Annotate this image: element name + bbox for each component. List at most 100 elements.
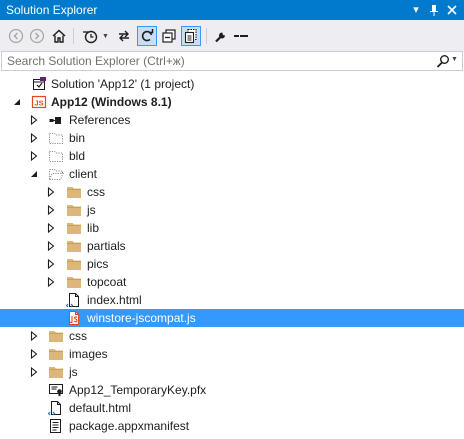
expanded-arrow-icon[interactable] [29,165,39,183]
folder-icon [48,364,64,380]
expanded-arrow-icon[interactable] [12,93,22,111]
references-icon [48,112,64,128]
tree-item-label: index.html [87,293,142,307]
folder-icon [48,328,64,344]
sync-arrows-icon [119,30,129,42]
tree-item-label: default.html [69,401,132,415]
toolbar-separator [73,28,74,44]
tree-item[interactable]: js [0,201,464,219]
toolbar-separator [206,28,207,44]
clock-filter-icon [83,30,98,44]
tree-item[interactable]: App12_TemporaryKey.pfx [0,381,464,399]
forward-button[interactable] [27,26,47,46]
tree-item[interactable]: winstore-jscompat.js [0,309,464,327]
tree-item[interactable]: JS App12 (Windows 8.1) [0,93,464,111]
folder-icon [66,184,82,200]
folder-open-icon [48,166,64,182]
collapsed-arrow-icon[interactable] [46,237,56,255]
tree-item-label: Solution 'App12' (1 project) [51,77,195,91]
tree-item[interactable]: partials [0,237,464,255]
collapsed-arrow-icon[interactable] [29,363,39,381]
tree-item-label: winstore-jscompat.js [87,311,196,325]
properties-button[interactable] [211,26,231,46]
collapsed-arrow-icon[interactable] [29,147,39,165]
search-options-caret-icon[interactable]: ▼ [451,56,458,63]
certificate-icon [48,382,64,398]
refresh-button[interactable] [137,26,157,46]
collapsed-arrow-icon[interactable] [46,201,56,219]
folder-icon [66,238,82,254]
tree-item-label: pics [87,257,109,271]
home-button[interactable] [49,26,69,46]
folder-icon [66,202,82,218]
folder-icon [48,346,64,362]
svg-text:JS: JS [34,99,43,108]
filter-dropdown-caret-icon[interactable]: ▼ [102,33,109,40]
tree-item-label: css [87,185,105,199]
html-file-icon [65,292,82,308]
tree-item[interactable]: topcoat [0,273,464,291]
tree-item[interactable]: References [0,111,464,129]
forward-arrow-icon [29,28,45,44]
collapsed-arrow-icon[interactable] [46,219,56,237]
js-file-icon [66,310,82,326]
collapsed-arrow-icon[interactable] [46,255,56,273]
tree-item-label: images [69,347,108,361]
close-icon[interactable] [444,2,460,18]
tree-item[interactable]: Solution 'App12' (1 project) [0,75,464,93]
back-arrow-icon [8,28,24,44]
tree-item[interactable]: lib [0,219,464,237]
collapsed-arrow-icon[interactable] [29,111,39,129]
folder-icon [66,274,82,290]
tree-item-label: topcoat [87,275,127,289]
title-bar: Solution Explorer ▾ [0,0,464,20]
search-box: ▼ [1,51,463,71]
preview-selected-items-button[interactable] [231,26,251,46]
tree-item-label: js [69,365,78,379]
tree-item-label: package.appxmanifest [69,419,190,433]
refresh-icon [141,29,154,42]
auto-hide-pin-icon[interactable] [426,2,442,18]
folder-hidden-icon [48,130,64,146]
tree-item-label: css [69,329,87,343]
collapsed-arrow-icon[interactable] [29,129,39,147]
window-position-dropdown-icon[interactable]: ▾ [408,2,424,18]
collapsed-arrow-icon[interactable] [46,183,56,201]
tree-item[interactable]: bin [0,129,464,147]
back-button[interactable] [6,26,26,46]
sync-with-active-document-button[interactable] [114,26,134,46]
wrench-icon [215,32,225,43]
collapse-all-icon [162,29,176,43]
tree-item[interactable]: pics [0,255,464,273]
tree-item[interactable]: client [0,165,464,183]
show-all-files-button[interactable] [181,26,201,46]
tree-item-label: References [69,113,131,127]
collapsed-arrow-icon[interactable] [29,345,39,363]
manifest-icon [48,418,64,434]
tree-item-label: lib [87,221,100,235]
toolbar: ▼ [0,20,464,52]
collapsed-arrow-icon[interactable] [29,327,39,345]
tree-item[interactable]: images [0,345,464,363]
tree-item[interactable]: default.html [0,399,464,417]
home-icon [52,29,66,43]
tree-item-label: App12 (Windows 8.1) [51,95,172,109]
search-input[interactable] [2,52,422,70]
tree-item[interactable]: package.appxmanifest [0,417,464,435]
tree-item-label: partials [87,239,126,253]
js-project-icon: JS [31,94,47,110]
collapsed-arrow-icon[interactable] [46,273,56,291]
show-all-files-icon [184,28,197,44]
tree-item-label: App12_TemporaryKey.pfx [69,383,207,397]
search-icon[interactable] [436,54,450,68]
tree-item[interactable]: js [0,363,464,381]
pending-changes-filter-button[interactable] [80,26,100,46]
tree-item[interactable]: index.html [0,291,464,309]
tree-item[interactable]: bld [0,147,464,165]
tree-item-label: js [87,203,96,217]
folder-icon [66,256,82,272]
tree-item[interactable]: css [0,327,464,345]
collapse-all-button[interactable] [159,26,179,46]
folder-hidden-icon [48,148,64,164]
tree-item[interactable]: css [0,183,464,201]
